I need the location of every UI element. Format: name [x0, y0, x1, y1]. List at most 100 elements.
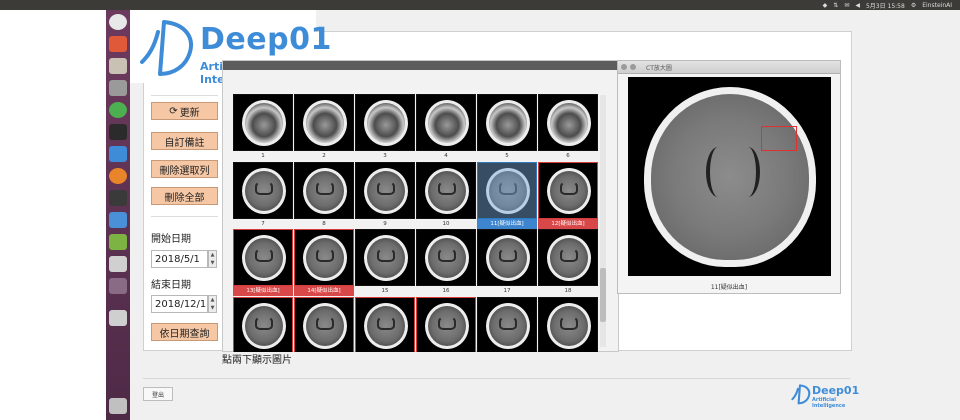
- ct-thumbnail-image[interactable]: [538, 297, 598, 352]
- ct-enlarged-image[interactable]: [628, 77, 831, 276]
- ct-thumbnail[interactable]: 5: [477, 94, 537, 161]
- ct-thumbnail[interactable]: 12[疑似出血]: [538, 162, 598, 229]
- hemorrhage-marker: [761, 126, 797, 151]
- clock[interactable]: 5月3日 15:58: [866, 1, 905, 10]
- chrome-app-icon[interactable]: [109, 102, 127, 118]
- ct-thumbnail-image[interactable]: [233, 162, 293, 219]
- custom-note-button[interactable]: 自訂備註: [151, 132, 218, 150]
- ct-thumbnail[interactable]: [538, 297, 598, 352]
- ct-thumbnail-image[interactable]: [538, 162, 598, 219]
- footer-logo-word: Deep01: [812, 384, 860, 397]
- dropbox-app-icon[interactable]: [109, 212, 127, 228]
- ct-thumbnail[interactable]: 15: [355, 229, 415, 296]
- ct-thumbnail-image[interactable]: [294, 297, 354, 352]
- ct-thumbnail-image[interactable]: [477, 229, 537, 286]
- software-app-icon[interactable]: [109, 234, 127, 250]
- ct-thumbnail-image[interactable]: [233, 297, 293, 352]
- query-by-date-button[interactable]: 依日期查詢: [151, 323, 218, 341]
- ct-thumbnail-image[interactable]: [294, 162, 354, 219]
- ct-thumbnail-image[interactable]: [538, 94, 598, 151]
- ct-thumbnail-image[interactable]: [233, 229, 293, 286]
- ct-thumbnail[interactable]: [416, 297, 476, 352]
- ct-thumbnail[interactable]: 11[疑似出血]: [477, 162, 537, 229]
- ct-thumbnail[interactable]: [477, 297, 537, 352]
- ct-thumbnail-image[interactable]: [416, 229, 476, 286]
- ct-thumbnail[interactable]: 4: [416, 94, 476, 161]
- ct-thumbnail[interactable]: [355, 297, 415, 352]
- ct-thumbnail[interactable]: 14[疑似出血]: [294, 229, 354, 296]
- ct-thumbnail-image[interactable]: [416, 162, 476, 219]
- double-click-hint: 點兩下顯示圖片: [222, 355, 292, 366]
- dropbox-tray-icon[interactable]: ◆: [823, 2, 828, 9]
- ct-thumbnail-label: 8: [322, 221, 326, 227]
- ct-thumbnail-image[interactable]: [416, 297, 476, 352]
- mail-icon[interactable]: ✉: [844, 2, 849, 9]
- ct-thumbnail[interactable]: [233, 297, 293, 352]
- ct-zoom-titlebar[interactable]: CT放大圖: [618, 61, 840, 74]
- ct-thumbnail[interactable]: 9: [355, 162, 415, 229]
- minimize-icon[interactable]: [630, 64, 636, 70]
- refresh-button[interactable]: ⟳ 更新: [151, 102, 218, 120]
- settings-app-icon[interactable]: [109, 36, 127, 52]
- ct-thumbnail-image[interactable]: [477, 162, 537, 219]
- ct-thumbnail[interactable]: 1: [233, 94, 293, 161]
- thumbnail-scrollbar-thumb[interactable]: [600, 268, 606, 322]
- footer-logo-mark: [791, 384, 811, 405]
- ct-thumbnail[interactable]: 7: [233, 162, 293, 229]
- system-monitor-icon[interactable]: [109, 190, 127, 206]
- ct-thumbnail-image[interactable]: [416, 94, 476, 151]
- delete-selected-button[interactable]: 刪除選取列: [151, 160, 218, 178]
- end-date-spinner[interactable]: ▲ ▼: [208, 295, 217, 313]
- ct-thumbnail-image[interactable]: [294, 94, 354, 151]
- ct-thumbnail[interactable]: 18: [538, 229, 598, 296]
- start-date-spinner[interactable]: ▲ ▼: [208, 250, 217, 268]
- ct-skull: [547, 100, 591, 146]
- ct-thumbnail-label: 15: [381, 288, 389, 294]
- drive-icon[interactable]: [109, 310, 127, 326]
- start-date-field[interactable]: 2018/5/1: [151, 250, 208, 268]
- ct-thumbnail-image[interactable]: [355, 162, 415, 219]
- ct-thumbnail[interactable]: 3: [355, 94, 415, 161]
- ct-thumbnail-image[interactable]: [477, 94, 537, 151]
- ct-thumbnail[interactable]: 6: [538, 94, 598, 161]
- workspace-icon[interactable]: [109, 278, 127, 294]
- ct-ventricle: [316, 181, 334, 195]
- ct-thumbnail[interactable]: 13[疑似出血]: [233, 229, 293, 296]
- ct-thumbnail-image[interactable]: [355, 94, 415, 151]
- ct-thumbnail[interactable]: 10: [416, 162, 476, 229]
- gear-icon[interactable]: ⚙: [911, 2, 916, 9]
- user-name[interactable]: EinsteinAI: [922, 2, 952, 9]
- ct-thumbnail[interactable]: 2: [294, 94, 354, 161]
- dash-icon[interactable]: [109, 14, 127, 30]
- ct-ventricle: [560, 248, 578, 262]
- volume-icon[interactable]: ◀: [855, 2, 860, 9]
- ct-thumbnail[interactable]: 8: [294, 162, 354, 229]
- ct-thumbnail-image[interactable]: [538, 229, 598, 286]
- trash-icon[interactable]: [109, 398, 127, 414]
- ct-thumbnail-image[interactable]: [294, 229, 354, 286]
- ct-thumbnail[interactable]: [294, 297, 354, 352]
- terminal-app-icon[interactable]: [109, 124, 127, 140]
- end-date-field[interactable]: 2018/12/1: [151, 295, 208, 313]
- network-icon[interactable]: ⇅: [833, 2, 838, 9]
- ct-thumbnail-label: 1: [261, 153, 265, 159]
- logout-button[interactable]: 登出: [143, 387, 173, 401]
- display-app-icon[interactable]: [109, 256, 127, 272]
- ct-thumbnail[interactable]: 17: [477, 229, 537, 296]
- system-tray: ◆ ⇅ ✉ ◀ 5月3日 15:58 ⚙ EinsteinAI: [823, 0, 952, 10]
- close-icon[interactable]: [621, 64, 627, 70]
- delete-all-button[interactable]: 刪除全部: [151, 187, 218, 205]
- ct-thumbnail-image[interactable]: [355, 229, 415, 286]
- deep01-app-icon[interactable]: [109, 146, 127, 162]
- ct-thumbnail-image[interactable]: [233, 94, 293, 151]
- calculator-app-icon[interactable]: [109, 80, 127, 96]
- ct-thumbnail-image[interactable]: [477, 297, 537, 352]
- thumbnail-window: 1 2 3 4 5 6 7 8 9 10 11[疑似出血] 12[疑似出血] 13[疑似出血] 14[疑似…: [222, 60, 619, 352]
- files-app-icon[interactable]: [109, 58, 127, 74]
- firefox-app-icon[interactable]: [109, 168, 127, 184]
- ct-zoom-window: CT放大圖 11[疑似出血]: [617, 60, 841, 294]
- ct-thumbnail-image[interactable]: [355, 297, 415, 352]
- ct-thumbnail[interactable]: 16: [416, 229, 476, 296]
- ct-thumbnail-label: 10: [442, 221, 450, 227]
- thumbnail-window-titlebar[interactable]: [223, 61, 618, 70]
